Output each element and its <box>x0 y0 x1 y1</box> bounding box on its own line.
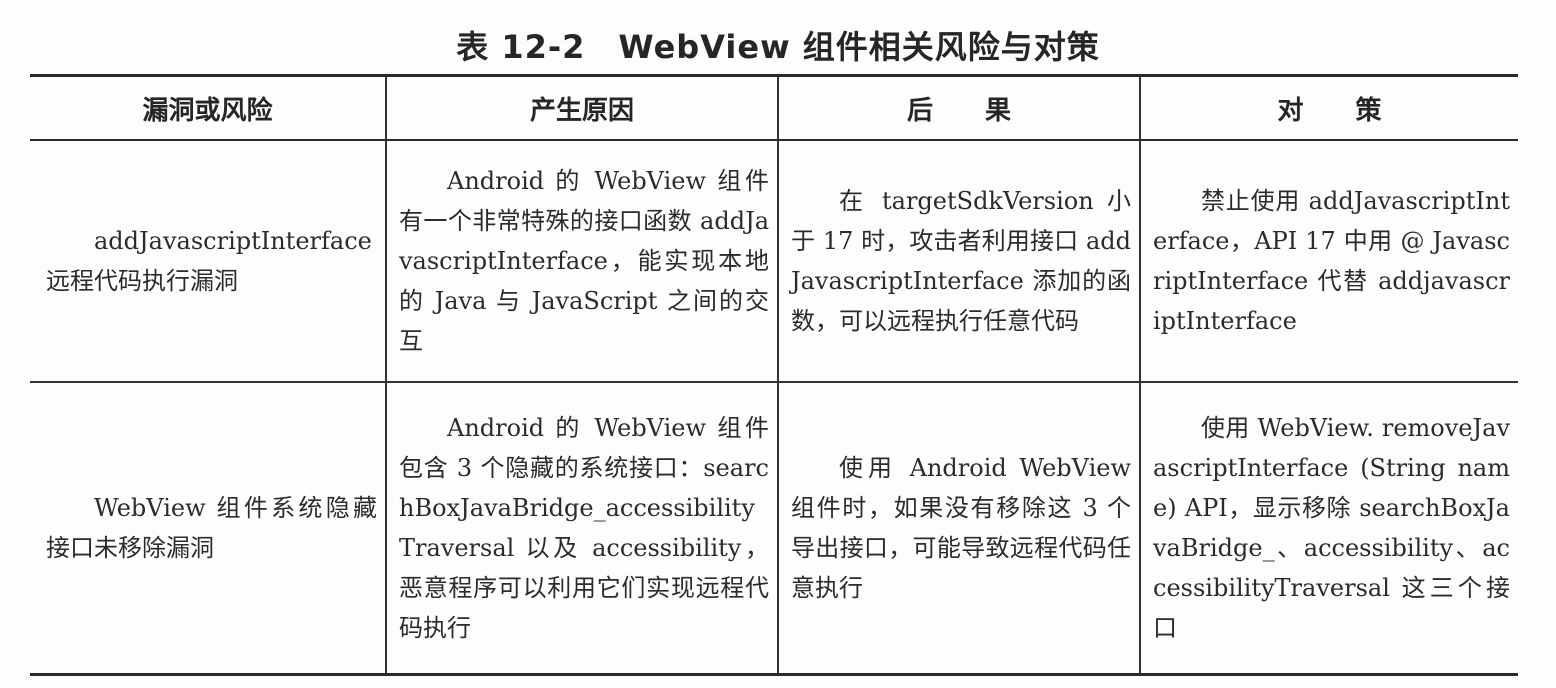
cell-text: 使用 WebView. removeJavascriptInterface (S… <box>1153 414 1510 642</box>
cell-vulnerability: WebView 组件系统隐藏接口未移除漏洞 <box>30 382 386 676</box>
cell-countermeasure: 使用 WebView. removeJavascriptInterface (S… <box>1139 382 1518 676</box>
cell-text: addJavascriptInterface 远程代码执行漏洞 <box>46 227 372 295</box>
header-vulnerability: 漏洞或风险 <box>30 74 386 141</box>
cell-text: 使用 Android WebView 组件时，如果没有移除这 3 个导出接口，可… <box>791 454 1131 602</box>
cell-vulnerability: addJavascriptInterface 远程代码执行漏洞 <box>30 140 386 383</box>
table-caption: 表 12-2 WebView 组件相关风险与对策 <box>456 28 1100 66</box>
cell-cause: Android 的 WebView 组件有一个非常特殊的接口函数 addJava… <box>385 140 778 383</box>
cell-text: Android 的 WebView 组件包含 3 个隐藏的系统接口：search… <box>399 414 769 642</box>
cell-text: 禁止使用 addJavascriptInterface，API 17 中用 @ … <box>1153 187 1510 335</box>
table-row: addJavascriptInterface 远程代码执行漏洞 Android … <box>30 140 1518 383</box>
table-header-row: 漏洞或风险 产生原因 后 果 对 策 <box>30 74 1518 141</box>
cell-text: Android 的 WebView 组件有一个非常特殊的接口函数 addJava… <box>399 167 769 355</box>
webview-risk-table: 漏洞或风险 产生原因 后 果 对 策 addJavascriptInterfac… <box>30 74 1518 676</box>
table-row: WebView 组件系统隐藏接口未移除漏洞 Android 的 WebView … <box>30 382 1518 676</box>
header-countermeasure: 对 策 <box>1139 74 1518 141</box>
cell-text: 在 targetSdkVersion 小于 17 时，攻击者利用接口 addJa… <box>791 187 1131 335</box>
cell-countermeasure: 禁止使用 addJavascriptInterface，API 17 中用 @ … <box>1139 140 1518 383</box>
header-consequence: 后 果 <box>777 74 1140 141</box>
cell-cause: Android 的 WebView 组件包含 3 个隐藏的系统接口：search… <box>385 382 778 676</box>
cell-consequence: 使用 Android WebView 组件时，如果没有移除这 3 个导出接口，可… <box>777 382 1140 676</box>
header-cause: 产生原因 <box>385 74 778 141</box>
cell-consequence: 在 targetSdkVersion 小于 17 时，攻击者利用接口 addJa… <box>777 140 1140 383</box>
document-page: 表 12-2 WebView 组件相关风险与对策 漏洞或风险 产生原因 后 果 … <box>0 0 1556 688</box>
cell-text: WebView 组件系统隐藏接口未移除漏洞 <box>46 494 377 562</box>
